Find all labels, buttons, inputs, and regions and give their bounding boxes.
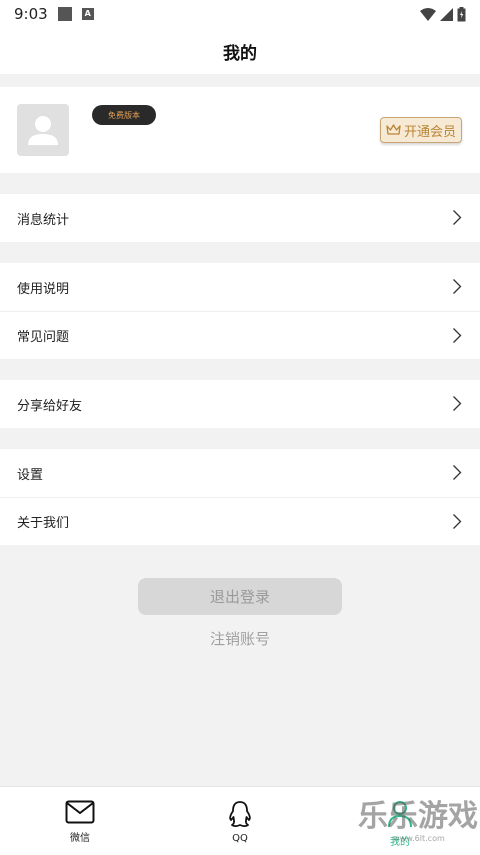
menu-item-label: 设置: [17, 467, 44, 483]
menu-item-message-stats[interactable]: 消息统计: [0, 194, 480, 242]
wifi-icon: [420, 7, 436, 21]
menu-item-usage-guide[interactable]: 使用说明: [0, 263, 480, 311]
menu-item-faq[interactable]: 常见问题: [0, 311, 480, 359]
logout-button[interactable]: 退出登录: [138, 578, 342, 615]
open-vip-label: 开通会员: [403, 124, 456, 140]
status-time: 9:03: [14, 5, 48, 23]
avatar[interactable]: [17, 104, 69, 156]
default-avatar-icon: [28, 116, 58, 145]
app-notification-icon: A: [81, 8, 94, 20]
penguin-icon: [229, 801, 251, 828]
battery-icon: [457, 6, 466, 21]
menu-item-label: 关于我们: [17, 516, 70, 531]
menu-item-label: 消息统计: [17, 212, 70, 228]
watermark: 乐乐游戏 www.6lt.com: [358, 800, 480, 855]
chevron-right-icon: [453, 396, 462, 411]
status-bar: 9:03 A: [0, 0, 480, 28]
menu-group-help: 使用说明 常见问题: [0, 263, 480, 359]
menu-group-stats: 消息统计: [0, 194, 480, 242]
watermark-brand: 乐乐游戏: [358, 799, 478, 834]
tab-wechat[interactable]: 微信: [0, 787, 160, 855]
chevron-right-icon: [453, 465, 462, 480]
menu-item-label: 分享给好友: [17, 398, 83, 414]
tab-qq[interactable]: QQ: [160, 787, 320, 855]
open-vip-button[interactable]: 开通会员: [380, 117, 462, 143]
cancel-account-link[interactable]: 注销账号: [0, 628, 480, 649]
menu-item-label: 使用说明: [17, 281, 70, 297]
menu-item-about-us[interactable]: 关于我们: [0, 497, 480, 545]
menu-group-share: 分享给好友: [0, 380, 480, 428]
watermark-url: www.6lt.com: [393, 834, 445, 843]
tab-label: QQ: [232, 833, 248, 844]
notification-icon: [57, 7, 72, 21]
page-title: 我的: [0, 28, 480, 74]
chevron-right-icon: [453, 514, 462, 529]
mail-icon: [65, 800, 95, 824]
version-badge: 免费版本: [92, 105, 156, 125]
signal-icon: [440, 7, 453, 21]
menu-item-settings[interactable]: 设置: [0, 449, 480, 497]
tab-label: 微信: [70, 833, 90, 844]
chevron-right-icon: [453, 328, 462, 343]
chevron-right-icon: [453, 210, 462, 225]
menu-item-share[interactable]: 分享给好友: [0, 380, 480, 428]
profile-card: 免费版本 开通会员: [0, 87, 480, 173]
menu-group-settings: 设置 关于我们: [0, 449, 480, 545]
menu-item-label: 常见问题: [17, 330, 70, 345]
chevron-right-icon: [453, 279, 462, 294]
crown-icon: [386, 124, 401, 135]
